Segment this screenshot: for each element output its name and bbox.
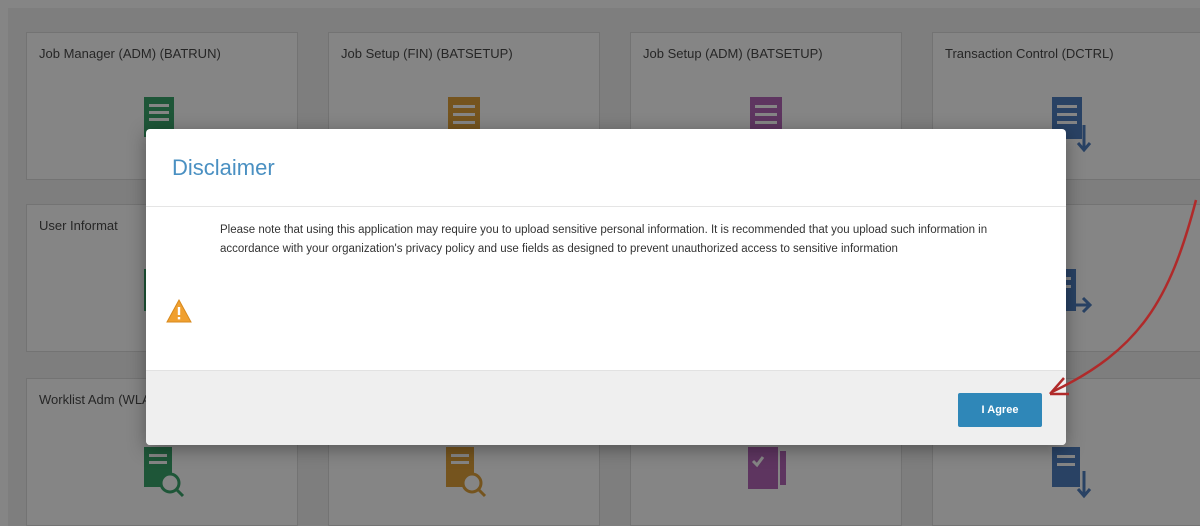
dialog-title: Disclaimer bbox=[172, 155, 275, 180]
disclaimer-dialog: Disclaimer Please note that using this a… bbox=[146, 129, 1066, 445]
dialog-footer: I Agree bbox=[146, 370, 1066, 445]
dialog-body: Please note that using this application … bbox=[146, 207, 1066, 371]
dialog-header: Disclaimer bbox=[146, 129, 1066, 207]
warning-icon bbox=[166, 299, 192, 323]
disclaimer-message: Please note that using this application … bbox=[220, 224, 988, 255]
agree-button[interactable]: I Agree bbox=[958, 393, 1042, 427]
